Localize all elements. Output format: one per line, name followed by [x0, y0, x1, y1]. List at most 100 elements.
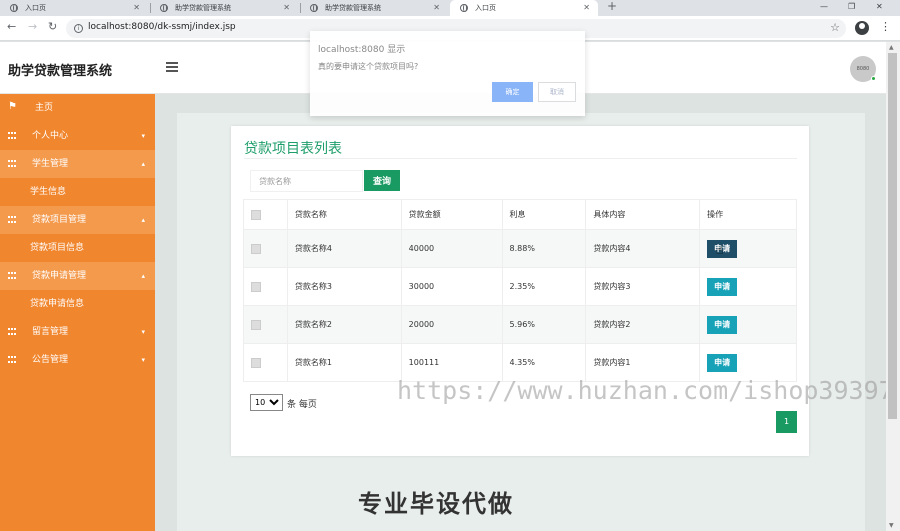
per-page-label: 条 每页 — [287, 400, 317, 410]
chevron-up-icon: ▴ — [141, 272, 145, 280]
url-text[interactable]: localhost:8080/dk-ssmj/index.jsp — [88, 22, 236, 32]
avatar-label: 8080 — [856, 66, 870, 72]
table-row: 贷款名称4 40000 8.88% 贷款内容4 申请 — [243, 229, 797, 268]
sidebar-item-label: 留言管理 — [32, 327, 69, 337]
content-cell: 贷款内容3 — [585, 267, 701, 306]
sidebar-subitem-loan-project-info[interactable]: 贷款项目信息 — [0, 234, 155, 262]
close-tab-icon[interactable]: ✕ — [433, 0, 440, 16]
browser-tab-active[interactable]: 入口页 ✕ — [450, 0, 598, 16]
grid-icon — [8, 272, 16, 279]
confirm-button[interactable]: 确定 — [492, 82, 533, 102]
select-all-cell[interactable] — [243, 199, 288, 230]
tab-title: 入口页 — [475, 4, 496, 12]
sidebar: ⚑ 主页 个人中心 ▾ 学生管理 ▴ 学生信息 贷款项目管理 ▴ 贷款项目信息 … — [0, 94, 155, 531]
interest-cell: 5.96% — [501, 305, 587, 344]
column-header: 操作 — [699, 199, 797, 230]
row-checkbox[interactable] — [251, 243, 261, 254]
page-size-select[interactable]: 10 — [250, 394, 283, 411]
scroll-up-arrow-icon[interactable]: ▲ — [889, 44, 894, 51]
globe-icon — [10, 4, 18, 12]
browser-tabbar: 入口页 ✕ 助学贷款管理系统 ✕ 助学贷款管理系统 ✕ 入口页 ✕ + — ❐ … — [0, 0, 900, 16]
bookmark-star-icon[interactable]: ☆ — [830, 21, 840, 34]
profile-icon[interactable] — [855, 21, 869, 35]
confirm-dialog: localhost:8080 显示 真的要申请这个贷款项目吗? 确定 取消 — [310, 31, 585, 116]
column-header: 利息 — [501, 199, 587, 230]
sidebar-item-home[interactable]: ⚑ 主页 — [0, 94, 155, 122]
app-title: 助学贷款管理系统 — [8, 64, 113, 79]
scrollbar-thumb[interactable] — [888, 53, 897, 419]
page-number-button[interactable]: 1 — [776, 411, 797, 433]
forward-arrow-icon[interactable]: → — [28, 20, 37, 33]
browser-tab[interactable]: 入口页 ✕ — [0, 0, 148, 16]
grid-icon — [8, 132, 16, 139]
row-checkbox[interactable] — [251, 319, 261, 330]
sidebar-item-label: 公告管理 — [32, 355, 69, 365]
sidebar-item-student-management[interactable]: 学生管理 ▴ — [0, 150, 155, 178]
sidebar-item-message-management[interactable]: 留言管理 ▾ — [0, 318, 155, 346]
loan-amount-cell: 30000 — [400, 267, 503, 306]
loan-project-card: 贷款项目表列表 查询 贷款名称 贷款金额 利息 具体内容 操作 贷款名称4 40… — [231, 126, 809, 456]
browser-tab[interactable]: 助学贷款管理系统 ✕ — [300, 0, 448, 16]
avatar[interactable]: 8080 — [850, 56, 876, 82]
sidebar-item-label: 主页 — [35, 103, 54, 113]
row-checkbox[interactable] — [251, 281, 261, 292]
menu-toggle-icon[interactable] — [166, 62, 178, 72]
grid-icon — [8, 328, 16, 335]
online-status-dot — [871, 76, 876, 81]
loan-name-cell: 贷款名称4 — [286, 229, 402, 268]
loan-name-search-input[interactable] — [250, 170, 363, 192]
loan-name-cell: 贷款名称1 — [286, 343, 402, 382]
dialog-title: localhost:8080 显示 — [318, 45, 406, 55]
close-window-icon[interactable]: ✕ — [876, 0, 883, 14]
sidebar-item-label: 贷款申请管理 — [32, 271, 87, 281]
sidebar-item-loan-application-management[interactable]: 贷款申请管理 ▴ — [0, 262, 155, 290]
close-tab-icon[interactable]: ✕ — [583, 0, 590, 16]
sidebar-item-personal-center[interactable]: 个人中心 ▾ — [0, 122, 155, 150]
scroll-down-arrow-icon[interactable]: ▼ — [889, 522, 894, 529]
apply-button[interactable]: 申请 — [707, 315, 738, 334]
promo-caption: 专业毕设代做 — [358, 490, 514, 518]
chevron-up-icon: ▴ — [141, 160, 145, 168]
sidebar-subitem-student-info[interactable]: 学生信息 — [0, 178, 155, 206]
restore-window-icon[interactable]: ❐ — [848, 0, 855, 14]
sidebar-item-label: 贷款项目管理 — [32, 215, 87, 225]
chevron-up-icon: ▴ — [141, 216, 145, 224]
apply-button[interactable]: 申请 — [707, 353, 738, 372]
table-row: 贷款名称3 30000 2.35% 贷款内容3 申请 — [243, 267, 797, 306]
back-arrow-icon[interactable]: ← — [7, 20, 16, 33]
column-header: 贷款金额 — [400, 199, 503, 230]
table-row: 贷款名称2 20000 5.96% 贷款内容2 申请 — [243, 305, 797, 344]
browser-tab[interactable]: 助学贷款管理系统 ✕ — [150, 0, 298, 16]
loan-amount-cell: 20000 — [400, 305, 503, 344]
loan-project-table: 贷款名称 贷款金额 利息 具体内容 操作 贷款名称4 40000 8.88% 贷… — [243, 199, 797, 382]
chevron-down-icon: ▾ — [141, 356, 145, 364]
sidebar-item-notice-management[interactable]: 公告管理 ▾ — [0, 346, 155, 374]
apply-button[interactable]: 申请 — [707, 277, 738, 296]
grid-icon — [8, 356, 16, 363]
page-title: 贷款项目表列表 — [244, 141, 342, 157]
select-all-checkbox[interactable] — [251, 209, 261, 220]
new-tab-button[interactable]: + — [607, 0, 617, 13]
info-icon[interactable]: i — [74, 24, 83, 33]
close-tab-icon[interactable]: ✕ — [283, 0, 290, 16]
grid-icon — [8, 160, 16, 167]
interest-cell: 2.35% — [501, 267, 587, 306]
column-header: 具体内容 — [585, 199, 701, 230]
reload-icon[interactable]: ↻ — [48, 20, 57, 33]
minimize-window-icon[interactable]: — — [820, 0, 828, 14]
sidebar-item-loan-project-management[interactable]: 贷款项目管理 ▴ — [0, 206, 155, 234]
sidebar-subitem-loan-application-info[interactable]: 贷款申请信息 — [0, 290, 155, 318]
sidebar-item-label: 学生信息 — [30, 187, 67, 197]
chevron-down-icon: ▾ — [141, 132, 145, 140]
browser-menu-icon[interactable]: ⋮ — [880, 20, 891, 33]
sidebar-item-label: 学生管理 — [32, 159, 69, 169]
search-button[interactable]: 查询 — [364, 170, 400, 191]
sidebar-item-label: 贷款项目信息 — [30, 243, 85, 253]
dialog-message: 真的要申请这个贷款项目吗? — [318, 62, 419, 71]
row-checkbox[interactable] — [251, 357, 261, 368]
tab-title: 助学贷款管理系统 — [175, 4, 231, 12]
close-tab-icon[interactable]: ✕ — [133, 0, 140, 16]
cancel-button[interactable]: 取消 — [538, 82, 576, 102]
page-scrollbar[interactable]: ▲ ▼ — [886, 42, 900, 531]
content-cell: 贷款内容2 — [585, 305, 701, 344]
